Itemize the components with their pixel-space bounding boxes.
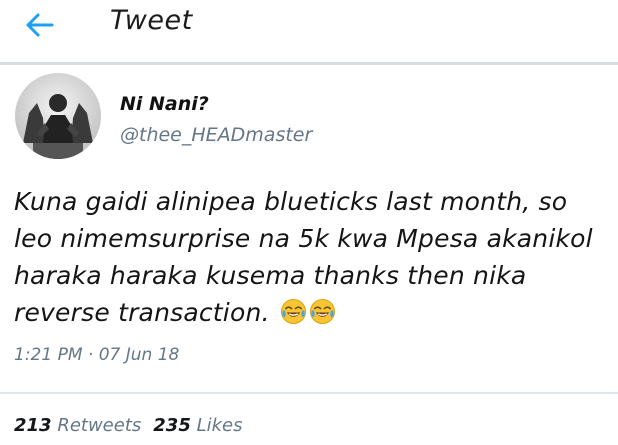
tweet-stats: 213 Retweets 235 Likes <box>14 415 242 436</box>
profile-picture <box>15 73 101 159</box>
top-bar: Tweet <box>0 0 618 58</box>
retweets-count: 213 <box>14 415 52 436</box>
tweet-text: Kuna gaidi alinipea blueticks last month… <box>14 183 604 331</box>
tweet-text-line: haraka haraka kusema thanks then nika <box>14 261 527 290</box>
likes-label: Likes <box>196 415 243 436</box>
tweet-text-line-last: reverse transaction. <box>14 294 604 331</box>
face-with-tears-of-joy-icon <box>309 298 335 325</box>
tweet-timestamp[interactable]: 1:21 PM · 07 Jun 18 <box>14 345 179 365</box>
tweet-text-line: leo nimemsurprise na 5k kwa Mpesa akanik… <box>14 224 593 253</box>
display-name[interactable]: Ni Nani? <box>120 93 209 115</box>
tweet-text-line: Kuna gaidi alinipea blueticks last month… <box>14 187 568 216</box>
back-button[interactable] <box>20 8 60 42</box>
retweets-label: Retweets <box>57 415 142 436</box>
likes-stat[interactable]: 235 Likes <box>153 415 242 436</box>
retweets-stat[interactable]: 213 Retweets <box>14 415 141 436</box>
arrow-left-icon <box>26 13 54 37</box>
avatar[interactable] <box>15 73 101 159</box>
stats-divider <box>0 392 618 394</box>
header-divider <box>0 62 618 65</box>
face-with-tears-of-joy-icon <box>280 298 306 325</box>
page-title: Tweet <box>110 5 193 36</box>
tweet-text-line: reverse transaction. <box>14 298 270 327</box>
user-handle[interactable]: @thee_HEADmaster <box>120 124 312 146</box>
likes-count: 235 <box>153 415 191 436</box>
